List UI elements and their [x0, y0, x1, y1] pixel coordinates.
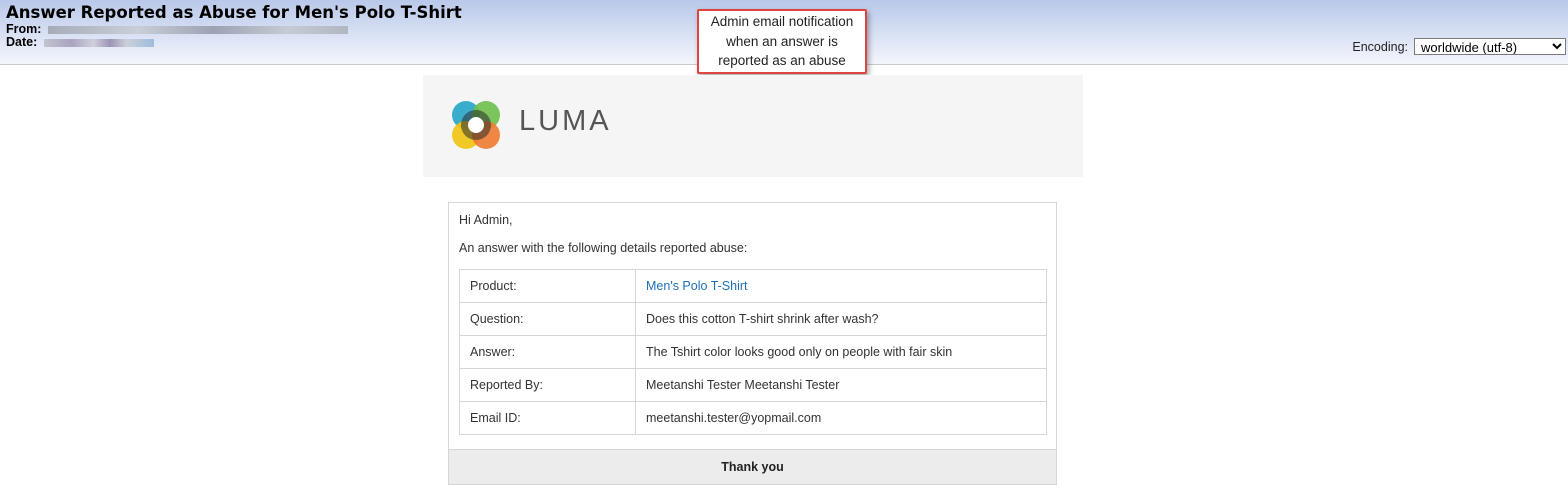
date-label: Date:: [6, 35, 38, 49]
product-link[interactable]: Men's Polo T-Shirt: [646, 279, 748, 293]
table-row: Reported By: Meetanshi Tester Meetanshi …: [459, 368, 1047, 402]
row-label-answer: Answer:: [459, 335, 636, 369]
annotation-callout: Admin email notification when an answer …: [697, 9, 867, 74]
table-row: Email ID: meetanshi.tester@yopmail.com: [459, 401, 1047, 435]
row-value-product: Men's Polo T-Shirt: [635, 269, 1047, 303]
date-value-redacted: [43, 38, 154, 47]
encoding-select[interactable]: worldwide (utf-8): [1414, 38, 1566, 55]
row-label-product: Product:: [459, 269, 636, 303]
table-row: Answer: The Tshirt color looks good only…: [459, 335, 1047, 369]
row-value-answer: The Tshirt color looks good only on peop…: [635, 335, 1047, 369]
callout-line-3: reported as an abuse: [718, 53, 846, 69]
thank-you-footer: Thank you: [449, 449, 1056, 484]
callout-line-1: Admin email notification: [710, 14, 854, 30]
date-row: Date:: [6, 35, 154, 49]
table-row: Question: Does this cotton T-shirt shrin…: [459, 302, 1047, 336]
email-subject: Answer Reported as Abuse for Men's Polo …: [6, 3, 462, 22]
row-value-reported-by: Meetanshi Tester Meetanshi Tester: [635, 368, 1047, 402]
table-row: Product: Men's Polo T-Shirt: [459, 269, 1047, 303]
greeting: Hi Admin,: [459, 213, 513, 227]
row-value-question: Does this cotton T-shirt shrink after wa…: [635, 302, 1047, 336]
from-label: From:: [6, 22, 42, 36]
callout-line-2: when an answer is: [726, 33, 838, 49]
encoding-label: Encoding:: [1352, 39, 1408, 54]
luma-logo-icon: [452, 101, 500, 149]
from-value-redacted: [47, 25, 348, 34]
from-row: From:: [6, 22, 348, 36]
row-label-email-id: Email ID:: [459, 401, 636, 435]
encoding-control: Encoding: worldwide (utf-8): [1352, 38, 1566, 55]
row-value-email-id: meetanshi.tester@yopmail.com: [635, 401, 1047, 435]
message-card: Hi Admin, An answer with the following d…: [448, 202, 1057, 485]
brand-name: LUMA: [519, 105, 612, 137]
logo-bar: LUMA: [423, 75, 1083, 177]
details-table: Product: Men's Polo T-Shirt Question: Do…: [459, 269, 1047, 435]
intro-text: An answer with the following details rep…: [459, 241, 748, 255]
row-label-reported-by: Reported By:: [459, 368, 636, 402]
row-label-question: Question:: [459, 302, 636, 336]
